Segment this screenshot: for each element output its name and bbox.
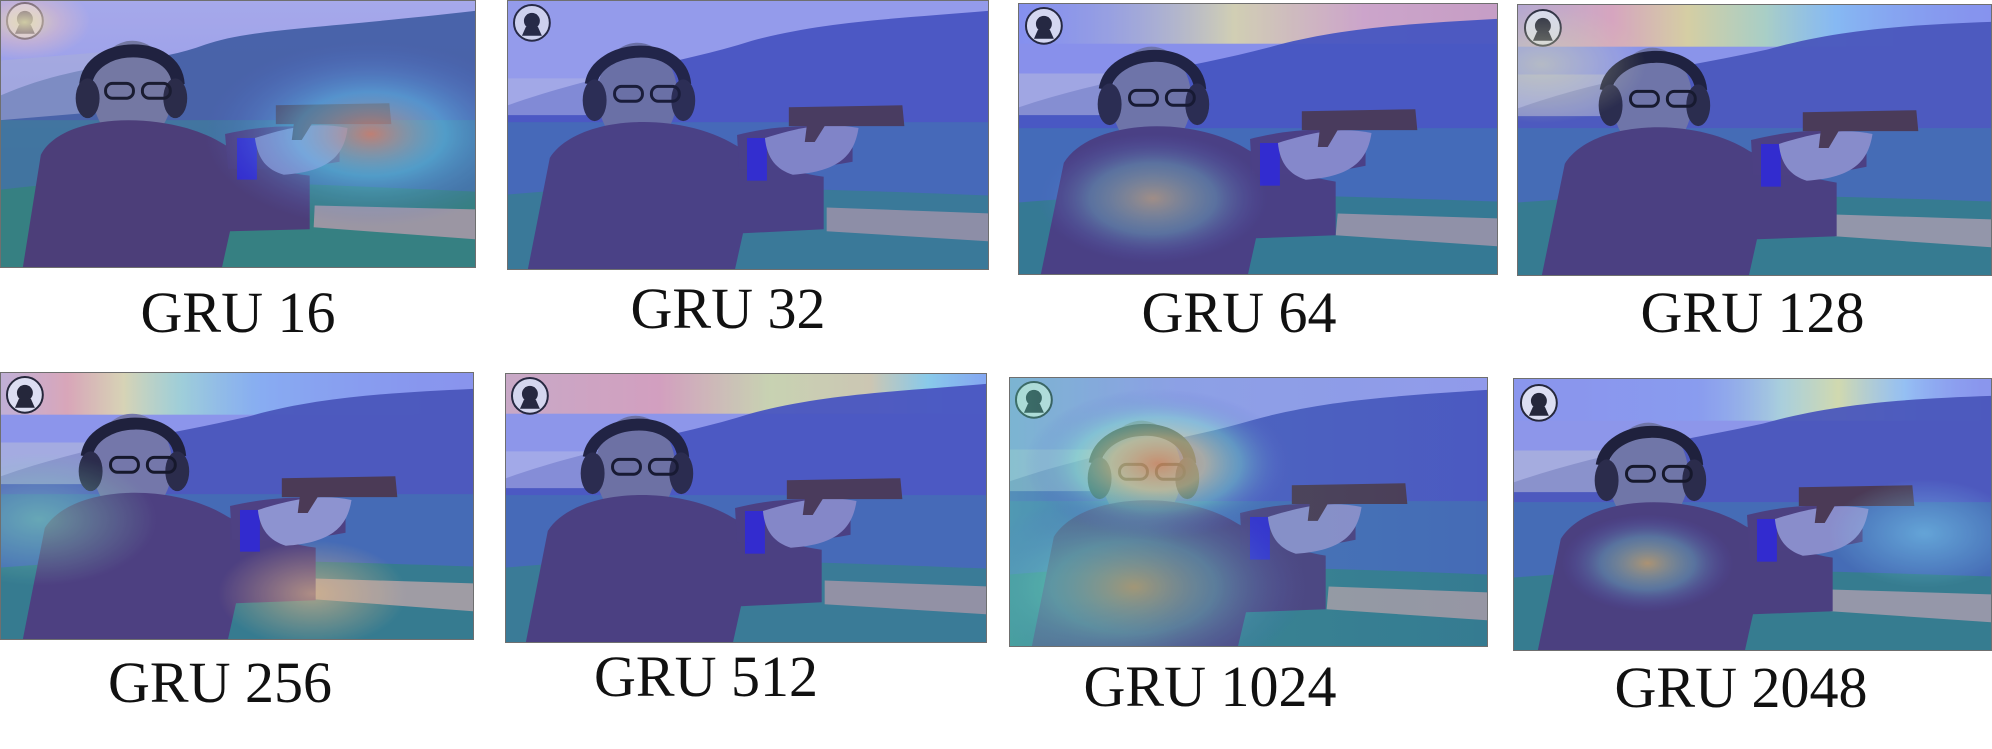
panel-gru-128 (1517, 4, 1992, 276)
panel-gru-1024 (1009, 377, 1488, 647)
heatmap-image (508, 1, 988, 269)
heatmap-grid: GRU 16 GRU 32 GRU 64 GRU 128 GRU 256 GRU… (0, 0, 1992, 749)
panel-gru-2048 (1513, 378, 1992, 651)
panel-gru-16 (0, 0, 476, 268)
caption-gru-1024: GRU 1024 (1083, 654, 1337, 719)
panel-gru-512 (505, 373, 987, 643)
caption-gru-32: GRU 32 (630, 276, 826, 341)
heatmap-image (1518, 5, 1991, 275)
caption-gru-256: GRU 256 (108, 650, 332, 715)
caption-gru-64: GRU 64 (1141, 280, 1337, 345)
heatmap-image (1, 1, 475, 267)
heatmap-image (1, 373, 473, 639)
panel-gru-64 (1018, 3, 1498, 275)
heatmap-image (1019, 4, 1497, 274)
heatmap-image (506, 374, 986, 642)
heatmap-image (1514, 379, 1991, 650)
panel-gru-256 (0, 372, 474, 640)
caption-gru-128: GRU 128 (1640, 280, 1865, 345)
panel-gru-32 (507, 0, 989, 270)
caption-gru-512: GRU 512 (594, 644, 818, 709)
caption-gru-2048: GRU 2048 (1614, 655, 1868, 720)
caption-gru-16: GRU 16 (140, 280, 336, 345)
heatmap-image (1010, 378, 1487, 646)
